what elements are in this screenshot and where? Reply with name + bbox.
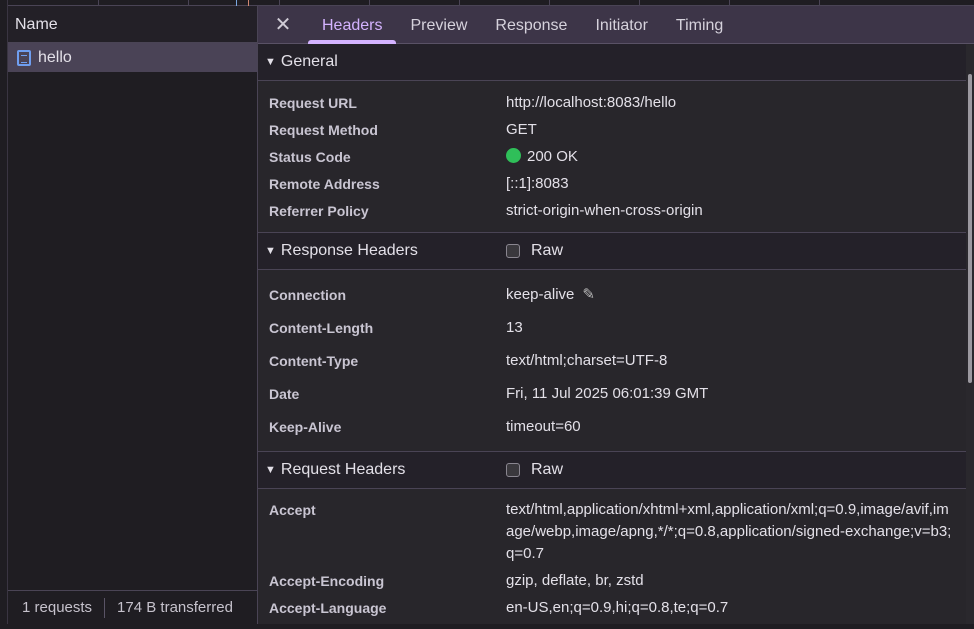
header-key: Date — [269, 385, 300, 402]
header-key: Remote Address — [269, 175, 380, 192]
header-key: Accept-Language — [269, 599, 387, 616]
general-section-header[interactable]: ▼ General — [258, 44, 966, 81]
tab-initiator[interactable]: Initiator — [581, 6, 661, 44]
tab-headers[interactable]: Headers — [308, 6, 397, 44]
header-key: Status Code — [269, 148, 351, 165]
response-headers-section: Connection keep-alive ✎ Content-Length 13 C… — [258, 270, 966, 452]
request-header-row: Accept-Language en-US,en;q=0.9,hi;q=0.8,t… — [258, 594, 966, 621]
header-value: 200 OK — [527, 147, 578, 165]
request-header-row: Accept-Encoding gzip, deflate, br, zstd — [258, 567, 966, 594]
request-name: hello — [38, 48, 72, 66]
tab-preview[interactable]: Preview — [396, 6, 481, 44]
header-key: Accept — [269, 501, 316, 518]
header-key: Accept-Encoding — [269, 572, 385, 589]
raw-checkbox[interactable] — [506, 244, 520, 258]
raw-label: Raw — [531, 461, 564, 478]
general-row: Request URL http://localhost:8083/hello — [258, 89, 966, 116]
header-key: Content-Type — [269, 352, 359, 369]
request-details-panel: ✕ Headers Preview Response Initiator Tim… — [258, 6, 974, 624]
header-value: Fri, 11 Jul 2025 06:01:39 GMT — [506, 384, 709, 402]
details-tabbar: ✕ Headers Preview Response Initiator Tim… — [258, 6, 974, 44]
response-header-row: Date Fri, 11 Jul 2025 06:01:39 GMT — [258, 377, 966, 410]
name-column-header[interactable]: Name — [8, 6, 257, 43]
divider — [104, 597, 106, 618]
header-value: text/html,application/xhtml+xml,applicat… — [506, 500, 952, 562]
response-header-row: Connection keep-alive ✎ — [258, 278, 966, 311]
transferred-size: 174 B transferred — [117, 599, 233, 616]
header-value: GET — [506, 120, 537, 138]
general-row: Remote Address [::1]:8083 — [258, 170, 966, 197]
request-headers-section-header[interactable]: ▼ Request Headers Raw — [258, 452, 966, 489]
header-value: en-US,en;q=0.9,hi;q=0.8,te;q=0.7 — [506, 598, 729, 616]
triangle-down-icon: ▼ — [265, 56, 276, 68]
header-value: keep-alive — [506, 285, 575, 303]
triangle-down-icon: ▼ — [265, 245, 276, 257]
section-title: Response Headers — [280, 242, 418, 259]
response-headers-section-header[interactable]: ▼ Response Headers Raw — [258, 233, 966, 270]
raw-toggle[interactable]: Raw — [506, 242, 563, 260]
tab-timing[interactable]: Timing — [662, 6, 737, 44]
request-row-hello[interactable]: hello — [8, 43, 257, 72]
tab-response[interactable]: Response — [481, 6, 581, 44]
header-key: Keep-Alive — [269, 418, 342, 435]
pencil-icon[interactable]: ✎ — [582, 284, 595, 306]
request-header-row: Accept text/html,application/xhtml+xml,ap… — [258, 496, 966, 567]
status-bar: 1 requests 174 B transferred — [8, 590, 257, 624]
raw-toggle[interactable]: Raw — [506, 461, 563, 479]
general-section: Request URL http://localhost:8083/hello R… — [258, 81, 966, 233]
triangle-down-icon: ▼ — [265, 464, 276, 476]
raw-checkbox[interactable] — [506, 463, 520, 477]
header-value: 13 — [506, 318, 523, 336]
request-list-panel: Name hello 1 requests 174 B transferred — [8, 6, 258, 624]
status-ok-icon — [506, 147, 521, 163]
header-key: Request URL — [269, 94, 357, 111]
scrollbar-thumb[interactable] — [968, 74, 972, 383]
general-row: Request Method GET — [258, 116, 966, 143]
request-headers-section: Accept text/html,application/xhtml+xml,ap… — [258, 489, 966, 629]
header-value: gzip, deflate, br, zstd — [506, 571, 644, 589]
header-value: [::1]:8083 — [506, 174, 569, 192]
general-row: Status Code 200 OK — [258, 143, 966, 170]
document-icon — [17, 49, 31, 66]
request-count: 1 requests — [22, 599, 93, 616]
section-title: Request Headers — [280, 461, 406, 478]
header-key: Referrer Policy — [269, 202, 369, 219]
raw-label: Raw — [531, 242, 564, 259]
section-title: General — [280, 53, 338, 70]
response-header-row: Content-Length 13 — [258, 311, 966, 344]
header-key: Connection — [269, 286, 346, 303]
header-value: text/html;charset=UTF-8 — [506, 351, 668, 369]
vertical-scrollbar[interactable] — [966, 45, 974, 624]
header-value: http://localhost:8083/hello — [506, 93, 677, 111]
response-header-row: Content-Type text/html;charset=UTF-8 — [258, 344, 966, 377]
header-key: Request Method — [269, 121, 378, 138]
general-row: Referrer Policy strict-origin-when-cross-… — [258, 197, 966, 224]
close-icon[interactable]: ✕ — [258, 12, 308, 37]
header-key: Content-Length — [269, 319, 374, 336]
header-value: strict-origin-when-cross-origin — [506, 201, 703, 219]
left-gutter — [0, 0, 8, 624]
header-value: timeout=60 — [506, 417, 581, 435]
response-header-row: Keep-Alive timeout=60 — [258, 410, 966, 443]
